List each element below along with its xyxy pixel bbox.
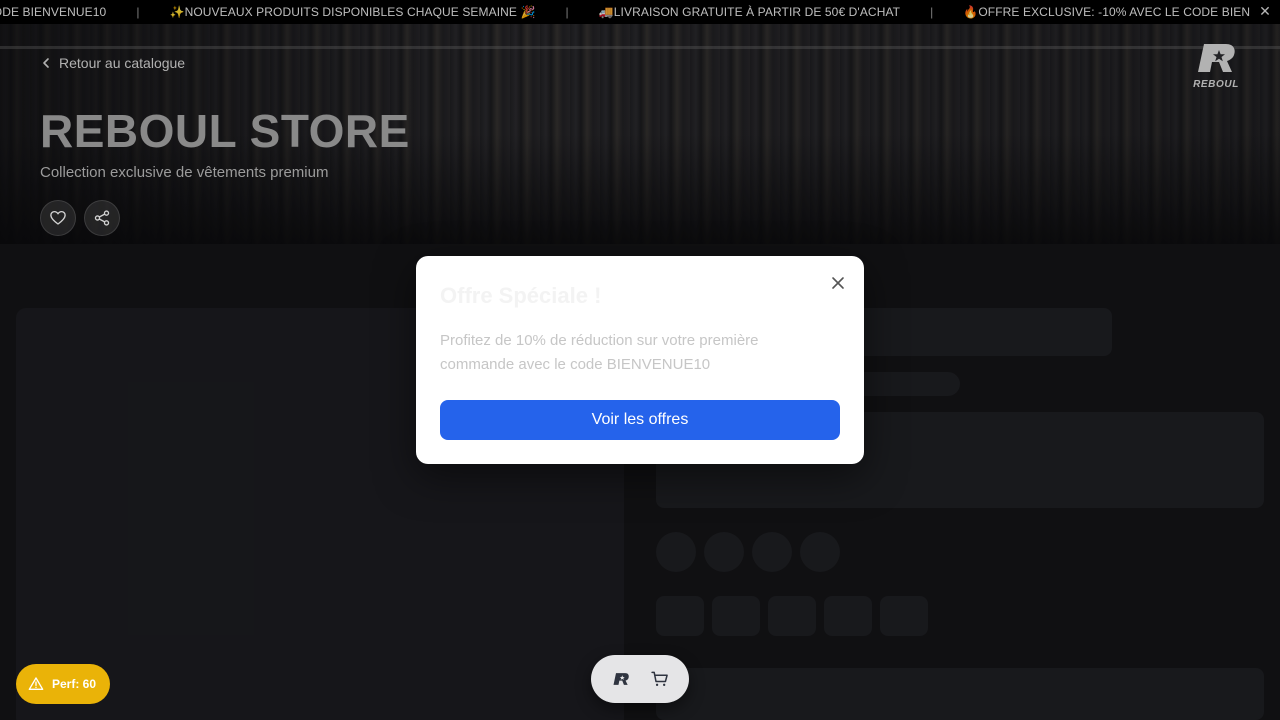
dock-cart-button[interactable] xyxy=(648,667,672,691)
special-offer-modal: Offre Spéciale ! Profitez de 10% de rédu… xyxy=(416,256,864,464)
see-offers-button[interactable]: Voir les offres xyxy=(440,400,840,440)
modal-close-button[interactable] xyxy=(828,273,848,293)
close-icon xyxy=(832,277,844,289)
modal-title: Offre Spéciale ! xyxy=(440,283,602,308)
modal-message: Profitez de 10% de réduction sur votre p… xyxy=(440,332,759,373)
warning-icon xyxy=(28,677,44,690)
store-logo-icon xyxy=(613,673,629,685)
dock-home-button[interactable] xyxy=(609,667,633,691)
perf-label: Perf: 60 xyxy=(52,677,97,691)
cart-icon xyxy=(650,671,668,686)
floating-dock xyxy=(591,655,689,703)
perf-badge[interactable]: Perf: 60 xyxy=(16,664,110,704)
